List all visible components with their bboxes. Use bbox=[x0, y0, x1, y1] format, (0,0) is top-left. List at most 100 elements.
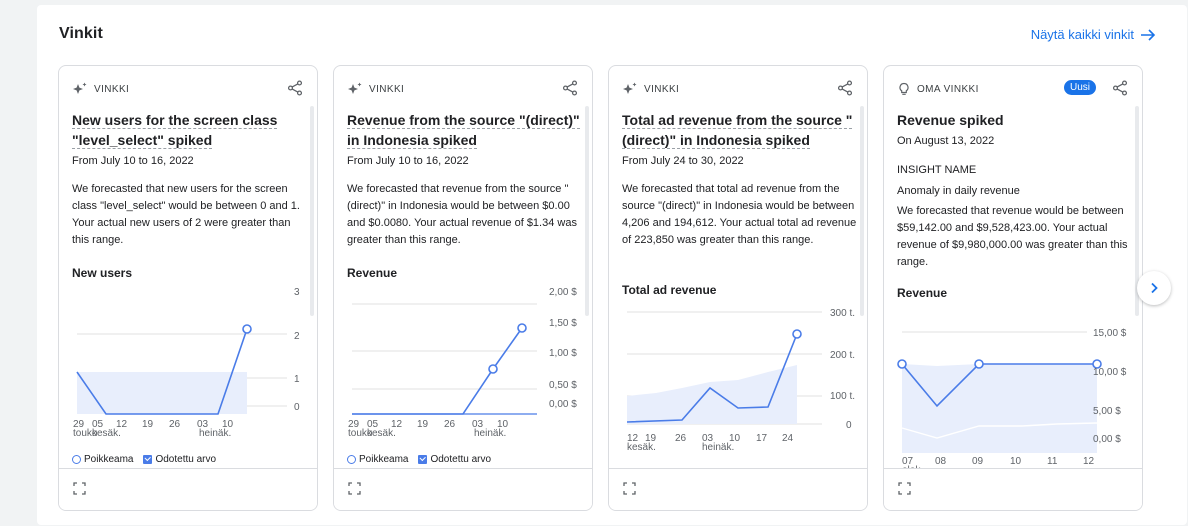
svg-text:2: 2 bbox=[294, 331, 300, 342]
expand-icon[interactable] bbox=[73, 482, 86, 495]
insight-name: Anomaly in daily revenue bbox=[897, 185, 1020, 197]
metric-title: Revenue bbox=[897, 286, 948, 300]
svg-text:3: 3 bbox=[294, 287, 300, 298]
card-description: We forecasted that revenue from the sour… bbox=[347, 183, 577, 246]
svg-text:0: 0 bbox=[294, 402, 300, 413]
insight-card-new-users[interactable]: VINKKI New users for the screen class "l… bbox=[58, 65, 318, 511]
chart-legend: Poikkeama Odotettu arvo bbox=[72, 454, 216, 465]
line-chart-svg: 3 2 1 0 29 05 12 19 26 03 10 touko kesäk… bbox=[73, 287, 300, 439]
card-title[interactable]: Total ad revenue from the source "(direc… bbox=[622, 110, 857, 150]
svg-text:19: 19 bbox=[142, 419, 154, 430]
line-chart-svg: 2,00 $ 1,50 $ 1,00 $ 0,50 $ 0,00 $ 29 05… bbox=[348, 287, 577, 439]
svg-text:17: 17 bbox=[756, 433, 768, 444]
svg-text:100 t.: 100 t. bbox=[830, 391, 855, 402]
chart-legend: Poikkeama Odotettu arvo bbox=[347, 454, 491, 465]
insight-card-ad-revenue[interactable]: VINKKI Total ad revenue from the source … bbox=[608, 65, 868, 511]
card-footer bbox=[884, 468, 1142, 510]
svg-text:10: 10 bbox=[1010, 456, 1022, 467]
card-footer bbox=[609, 468, 867, 510]
svg-text:1,00 $: 1,00 $ bbox=[549, 348, 577, 359]
card-description: We forecasted that new users for the scr… bbox=[72, 183, 300, 246]
svg-text:heinäk.: heinäk. bbox=[199, 428, 231, 439]
svg-text:0,00 $: 0,00 $ bbox=[549, 399, 577, 410]
expand-icon[interactable] bbox=[898, 482, 911, 495]
sparkle-icon bbox=[73, 82, 87, 94]
svg-text:kesäk.: kesäk. bbox=[367, 428, 396, 439]
insight-card-revenue-direct[interactable]: VINKKI Revenue from the source "(direct)… bbox=[333, 65, 593, 511]
svg-text:5,00 $: 5,00 $ bbox=[1093, 406, 1121, 417]
legend-anomaly[interactable]: Poikkeama bbox=[347, 454, 408, 465]
svg-text:1,50 $: 1,50 $ bbox=[549, 318, 577, 329]
svg-text:26: 26 bbox=[444, 419, 456, 430]
card-title[interactable]: Revenue spiked bbox=[897, 110, 1132, 130]
line-chart-svg: 15,00 $ 10,00 $ 5,00 $ 0,00 $ 07 08 09 1… bbox=[897, 328, 1127, 476]
next-insights-button[interactable] bbox=[1137, 271, 1171, 305]
chart-new-users: 3 2 1 0 29 05 12 19 26 03 10 touko kesäk… bbox=[72, 284, 312, 439]
card-title[interactable]: Revenue from the source "(direct)" in In… bbox=[347, 110, 582, 150]
metric-title: New users bbox=[72, 266, 133, 280]
card-kicker: VINKKI bbox=[94, 83, 130, 95]
share-icon[interactable] bbox=[1112, 80, 1128, 96]
metric-title: Total ad revenue bbox=[622, 283, 717, 297]
svg-text:heinäk.: heinäk. bbox=[702, 442, 734, 453]
svg-text:0: 0 bbox=[846, 420, 852, 431]
card-footer bbox=[59, 468, 317, 510]
line-chart-svg: 300 t. 200 t. 100 t. 0 12 19 26 03 10 17… bbox=[626, 308, 855, 453]
svg-text:10,00 $: 10,00 $ bbox=[1093, 367, 1127, 378]
svg-text:200 t.: 200 t. bbox=[830, 350, 855, 361]
card-kicker: OMA VINKKI bbox=[917, 83, 979, 95]
svg-text:12: 12 bbox=[1083, 456, 1095, 467]
new-badge: Uusi bbox=[1063, 80, 1096, 95]
svg-text:09: 09 bbox=[972, 456, 984, 467]
scrollbar[interactable] bbox=[860, 106, 864, 316]
card-description: We forecasted that revenue would be betw… bbox=[897, 205, 1128, 268]
legend-expected[interactable]: Odotettu arvo bbox=[418, 454, 491, 465]
anomaly-circle-icon bbox=[72, 455, 81, 464]
arrow-right-icon bbox=[1141, 28, 1156, 41]
legend-anomaly[interactable]: Poikkeama bbox=[72, 454, 133, 465]
card-date: From July 10 to 16, 2022 bbox=[347, 155, 469, 167]
svg-text:15,00 $: 15,00 $ bbox=[1093, 328, 1127, 339]
card-date: On August 13, 2022 bbox=[897, 135, 995, 147]
sparkle-icon bbox=[348, 82, 362, 94]
card-title[interactable]: New users for the screen class "level_se… bbox=[72, 110, 307, 150]
share-icon[interactable] bbox=[562, 80, 578, 96]
view-all-insights-link[interactable]: Näytä kaikki vinkit bbox=[1031, 27, 1156, 42]
card-footer bbox=[334, 468, 592, 510]
insight-label: INSIGHT NAME bbox=[897, 164, 977, 176]
chevron-right-icon bbox=[1151, 282, 1158, 294]
view-all-label: Näytä kaikki vinkit bbox=[1030, 27, 1134, 42]
chart-revenue-direct: 2,00 $ 1,50 $ 1,00 $ 0,50 $ 0,00 $ 29 05… bbox=[347, 284, 587, 439]
svg-text:0,50 $: 0,50 $ bbox=[549, 380, 577, 391]
svg-text:1: 1 bbox=[294, 374, 300, 385]
svg-text:2,00 $: 2,00 $ bbox=[549, 287, 577, 298]
svg-text:heinäk.: heinäk. bbox=[474, 428, 506, 439]
checkbox-icon bbox=[143, 455, 153, 464]
card-description: We forecasted that total ad revenue from… bbox=[622, 183, 857, 246]
svg-text:300 t.: 300 t. bbox=[830, 308, 855, 319]
svg-text:0,00 $: 0,00 $ bbox=[1093, 434, 1121, 445]
checkbox-icon bbox=[418, 455, 428, 464]
legend-expected[interactable]: Odotettu arvo bbox=[143, 454, 216, 465]
svg-text:kesäk.: kesäk. bbox=[627, 442, 656, 453]
card-date: From July 24 to 30, 2022 bbox=[622, 155, 744, 167]
lightbulb-icon bbox=[899, 82, 909, 95]
expand-icon[interactable] bbox=[623, 482, 636, 495]
metric-title: Revenue bbox=[347, 266, 398, 280]
anomaly-circle-icon bbox=[347, 455, 356, 464]
insight-card-revenue-spiked[interactable]: OMA VINKKI Uusi Revenue spiked On August… bbox=[883, 65, 1143, 511]
card-kicker: VINKKI bbox=[644, 83, 680, 95]
svg-text:11: 11 bbox=[1047, 456, 1058, 467]
svg-text:kesäk.: kesäk. bbox=[92, 428, 121, 439]
card-kicker: VINKKI bbox=[369, 83, 405, 95]
svg-text:26: 26 bbox=[675, 433, 687, 444]
card-date: From July 10 to 16, 2022 bbox=[72, 155, 194, 167]
chart-ad-revenue: 300 t. 200 t. 100 t. 0 12 19 26 03 10 17… bbox=[622, 300, 862, 453]
chart-revenue-spiked: 15,00 $ 10,00 $ 5,00 $ 0,00 $ 07 08 09 1… bbox=[897, 318, 1137, 476]
svg-text:26: 26 bbox=[169, 419, 181, 430]
svg-text:19: 19 bbox=[417, 419, 429, 430]
sparkle-icon bbox=[623, 82, 637, 94]
share-icon[interactable] bbox=[287, 80, 303, 96]
share-icon[interactable] bbox=[837, 80, 853, 96]
expand-icon[interactable] bbox=[348, 482, 361, 495]
